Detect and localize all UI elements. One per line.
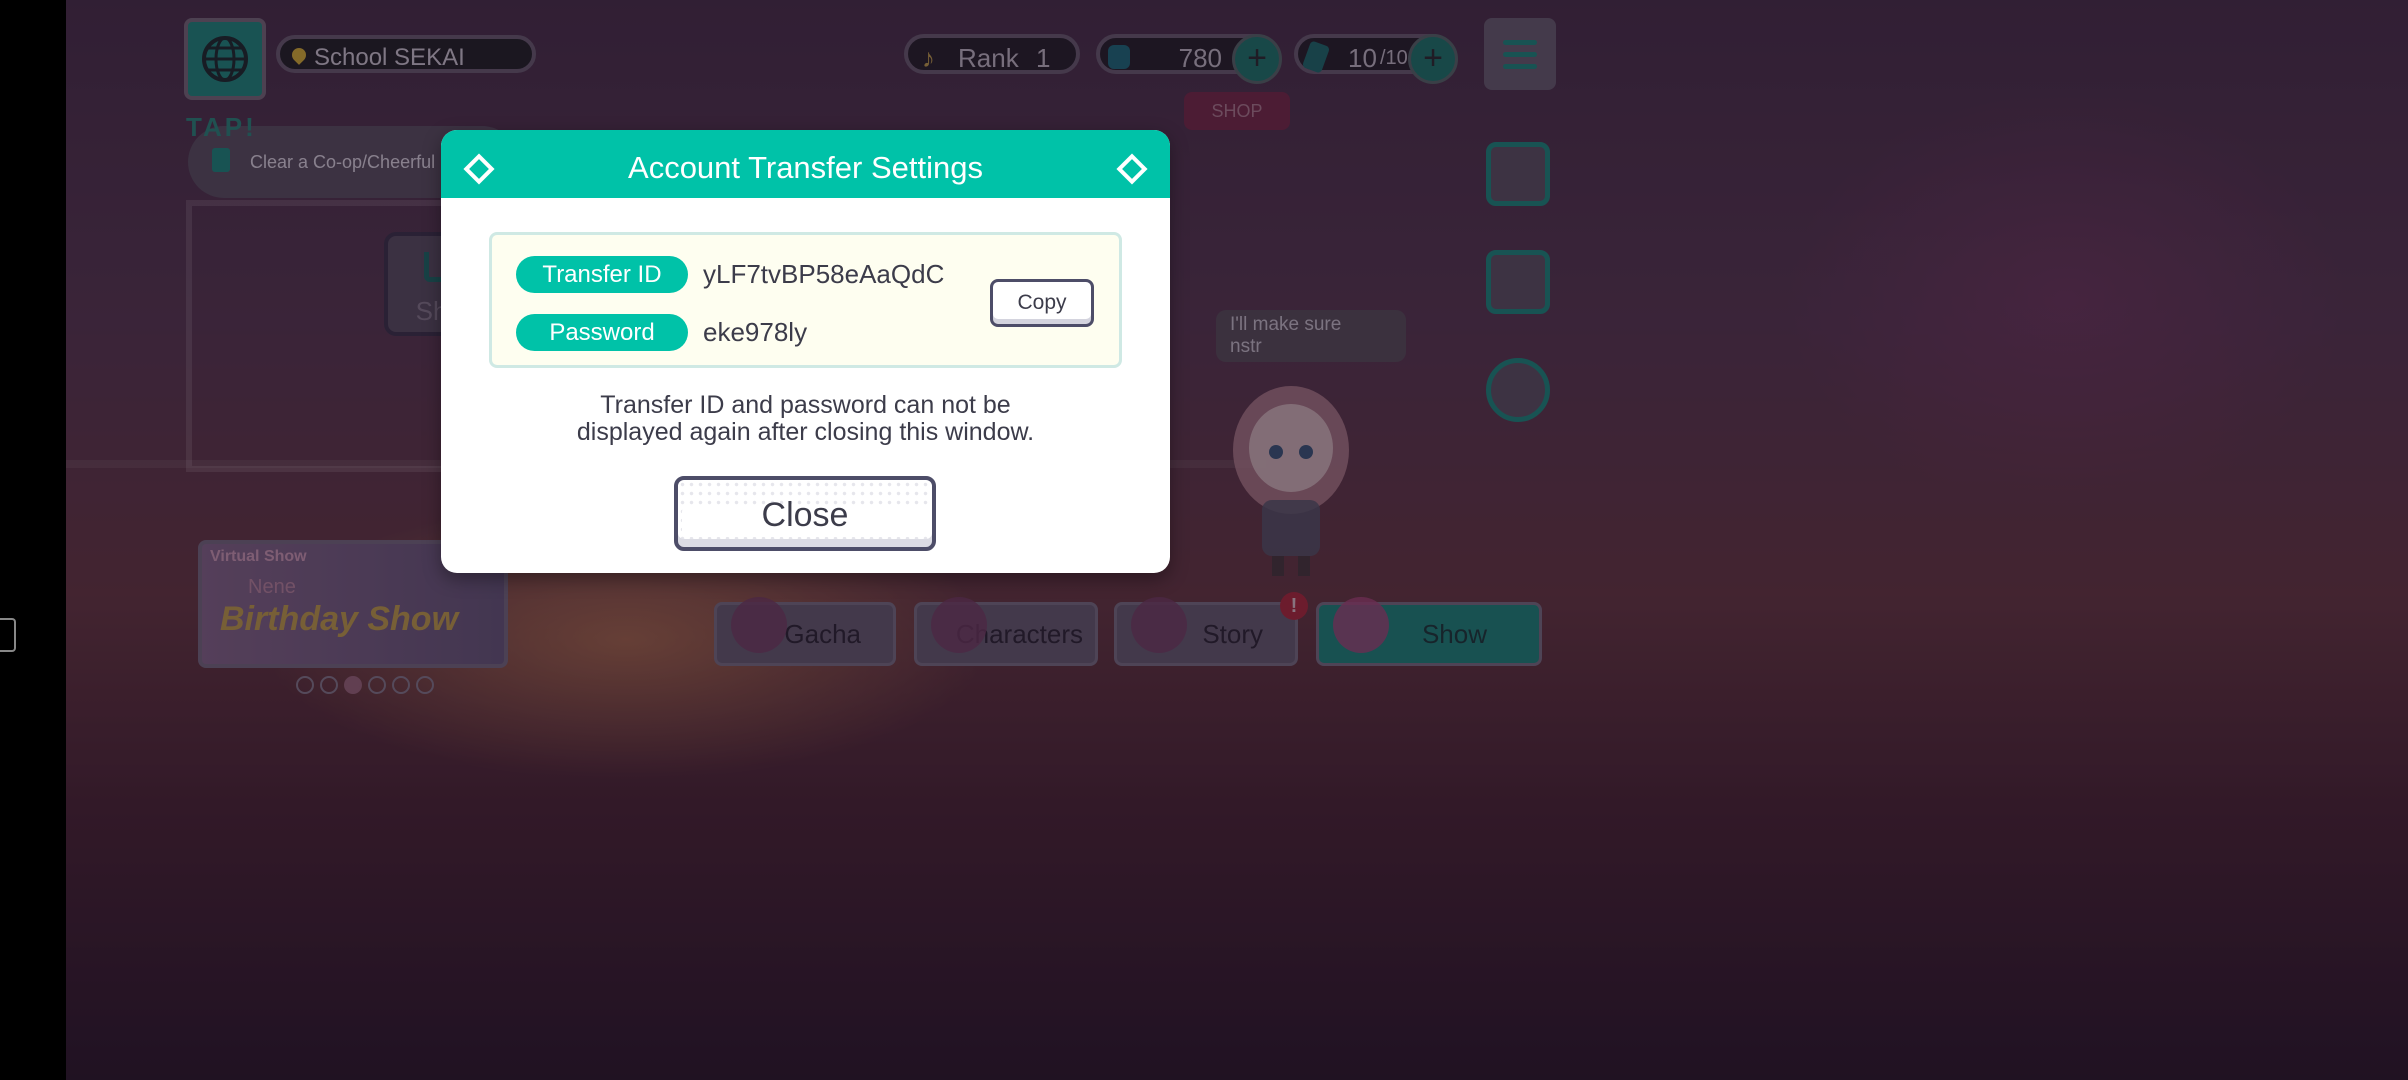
modal-overlay[interactable] xyxy=(66,0,2408,1080)
notice-line: displayed again after closing this windo… xyxy=(576,418,1035,446)
close-button[interactable]: Close xyxy=(674,476,936,551)
account-transfer-dialog: Account Transfer Settings Transfer ID yL… xyxy=(441,130,1170,573)
dialog-title: Account Transfer Settings xyxy=(628,150,983,185)
edge-handle xyxy=(0,618,16,652)
notice-line: Transfer ID and password can not be xyxy=(600,391,1011,419)
transfer-notice: Transfer ID and password can not be disp… xyxy=(441,392,1170,446)
diamond-ornament-icon xyxy=(1116,153,1148,185)
password-label: Password xyxy=(516,314,688,351)
transfer-id-value: yLF7tvBP58eAaQdC xyxy=(703,259,945,289)
game-screen: School SEKAI ♪ Rank 1 780 + 10 /10 + SHO… xyxy=(66,0,2408,1080)
close-label: Close xyxy=(761,496,849,534)
credentials-box: Transfer ID yLF7tvBP58eAaQdC Password ek… xyxy=(489,232,1122,368)
password-value: eke978ly xyxy=(703,317,808,347)
transfer-id-label: Transfer ID xyxy=(516,256,688,293)
copy-button[interactable]: Copy xyxy=(990,279,1094,327)
dialog-header: Account Transfer Settings xyxy=(441,130,1170,198)
diamond-ornament-icon xyxy=(463,153,495,185)
